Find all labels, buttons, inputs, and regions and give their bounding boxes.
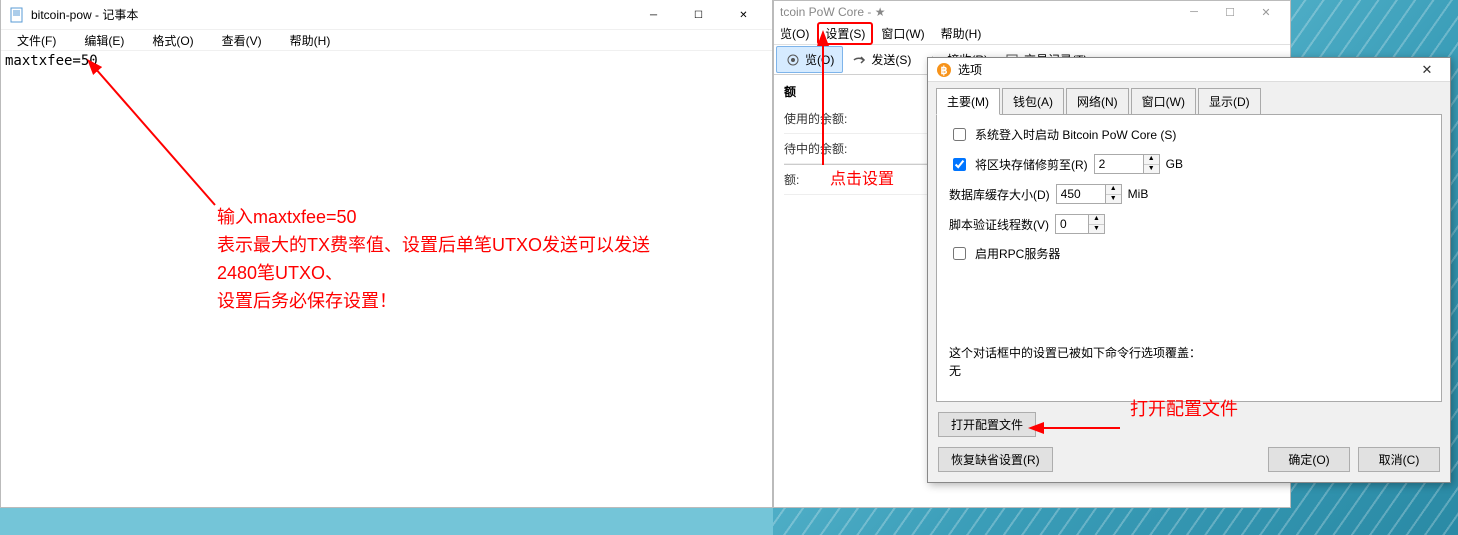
prune-checkbox[interactable] [953, 158, 966, 171]
notepad-titlebar[interactable]: bitcoin-pow - 记事本 ─ ☐ ✕ [1, 0, 772, 30]
ok-button[interactable]: 确定(O) [1268, 447, 1350, 472]
options-titlebar[interactable]: ฿ 选项 ✕ [928, 58, 1450, 82]
toolbar-send[interactable]: 发送(S) [843, 47, 919, 72]
bitcoin-icon: ฿ [936, 62, 952, 78]
notepad-title: bitcoin-pow - 记事本 [31, 6, 631, 23]
core-maximize-button[interactable]: ☐ [1212, 6, 1248, 19]
send-icon [851, 52, 867, 68]
menu-help[interactable]: 帮助(H) [276, 30, 345, 51]
spinner-buttons[interactable]: ▲▼ [1143, 155, 1159, 173]
core-menubar: 览(O) 设置(S) 窗口(W) 帮助(H) [774, 23, 1290, 45]
cancel-button[interactable]: 取消(C) [1358, 447, 1440, 472]
dbcache-value-input[interactable] [1057, 185, 1105, 203]
spinner-buttons[interactable]: ▲▼ [1088, 215, 1104, 233]
core-menu-overview[interactable]: 览(O) [778, 23, 817, 44]
svg-text:฿: ฿ [941, 65, 948, 77]
notepad-menubar: 文件(F) 编辑(E) 格式(O) 查看(V) 帮助(H) [1, 30, 772, 51]
menu-view[interactable]: 查看(V) [208, 30, 276, 51]
core-title: tcoin PoW Core - ★ [780, 5, 1176, 19]
annotation-left-text: 输入maxtxfee=50 表示最大的TX费率值、设置后单笔UTXO发送可以发送… [217, 203, 650, 315]
script-threads-value-input[interactable] [1056, 215, 1088, 233]
tab-main[interactable]: 主要(M) [936, 88, 1000, 115]
options-title: 选项 [958, 61, 1412, 78]
close-button[interactable]: ✕ [721, 0, 766, 30]
spinner-buttons[interactable]: ▲▼ [1105, 185, 1121, 203]
options-close-button[interactable]: ✕ [1412, 62, 1442, 78]
notepad-icon [9, 7, 25, 23]
toolbar-overview[interactable]: 览(O) [776, 46, 843, 73]
open-config-button[interactable]: 打开配置文件 [938, 412, 1036, 437]
rpc-server-checkbox[interactable] [953, 247, 966, 260]
prune-spinner[interactable]: ▲▼ [1094, 154, 1160, 174]
start-on-login-checkbox[interactable] [953, 128, 966, 141]
tab-network[interactable]: 网络(N) [1066, 88, 1129, 115]
option-rpc-server: 启用RPC服务器 [949, 244, 1429, 263]
prune-value-input[interactable] [1095, 155, 1143, 173]
core-close-button[interactable]: ✕ [1248, 6, 1284, 19]
options-tabs: 主要(M) 钱包(A) 网络(N) 窗口(W) 显示(D) [928, 82, 1450, 114]
reset-defaults-button[interactable]: 恢复缺省设置(R) [938, 447, 1053, 472]
annotation-settings-text: 点击设置 [830, 166, 894, 194]
home-icon [785, 52, 801, 68]
core-menu-help[interactable]: 帮助(H) [933, 23, 990, 44]
tab-wallet[interactable]: 钱包(A) [1002, 88, 1064, 115]
core-titlebar[interactable]: tcoin PoW Core - ★ ─ ☐ ✕ [774, 1, 1290, 23]
dbcache-spinner[interactable]: ▲▼ [1056, 184, 1122, 204]
menu-format[interactable]: 格式(O) [138, 30, 207, 51]
options-body: 系统登入时启动 Bitcoin PoW Core (S) 将区块存储修剪至(R)… [936, 114, 1442, 402]
tab-window[interactable]: 窗口(W) [1131, 88, 1196, 115]
option-start-on-login: 系统登入时启动 Bitcoin PoW Core (S) [949, 125, 1429, 144]
minimize-button[interactable]: ─ [631, 0, 676, 30]
core-menu-settings[interactable]: 设置(S) [817, 22, 873, 45]
script-threads-spinner[interactable]: ▲▼ [1055, 214, 1105, 234]
core-minimize-button[interactable]: ─ [1176, 6, 1212, 19]
option-dbcache: 数据库缓存大小(D) ▲▼ MiB [949, 184, 1429, 204]
tab-display[interactable]: 显示(D) [1198, 88, 1261, 115]
option-script-threads: 脚本验证线程数(V) ▲▼ [949, 214, 1429, 234]
core-menu-window[interactable]: 窗口(W) [873, 23, 932, 44]
option-prune: 将区块存储修剪至(R) ▲▼ GB [949, 154, 1429, 174]
override-none: 无 [949, 362, 961, 379]
annotation-openconf-text: 打开配置文件 [1130, 395, 1238, 423]
menu-edit[interactable]: 编辑(E) [70, 30, 138, 51]
menu-file[interactable]: 文件(F) [3, 30, 70, 51]
notepad-content: maxtxfee=50 [5, 53, 98, 69]
override-note: 这个对话框中的设置已被如下命令行选项覆盖： [949, 344, 1201, 361]
maximize-button[interactable]: ☐ [676, 0, 721, 30]
